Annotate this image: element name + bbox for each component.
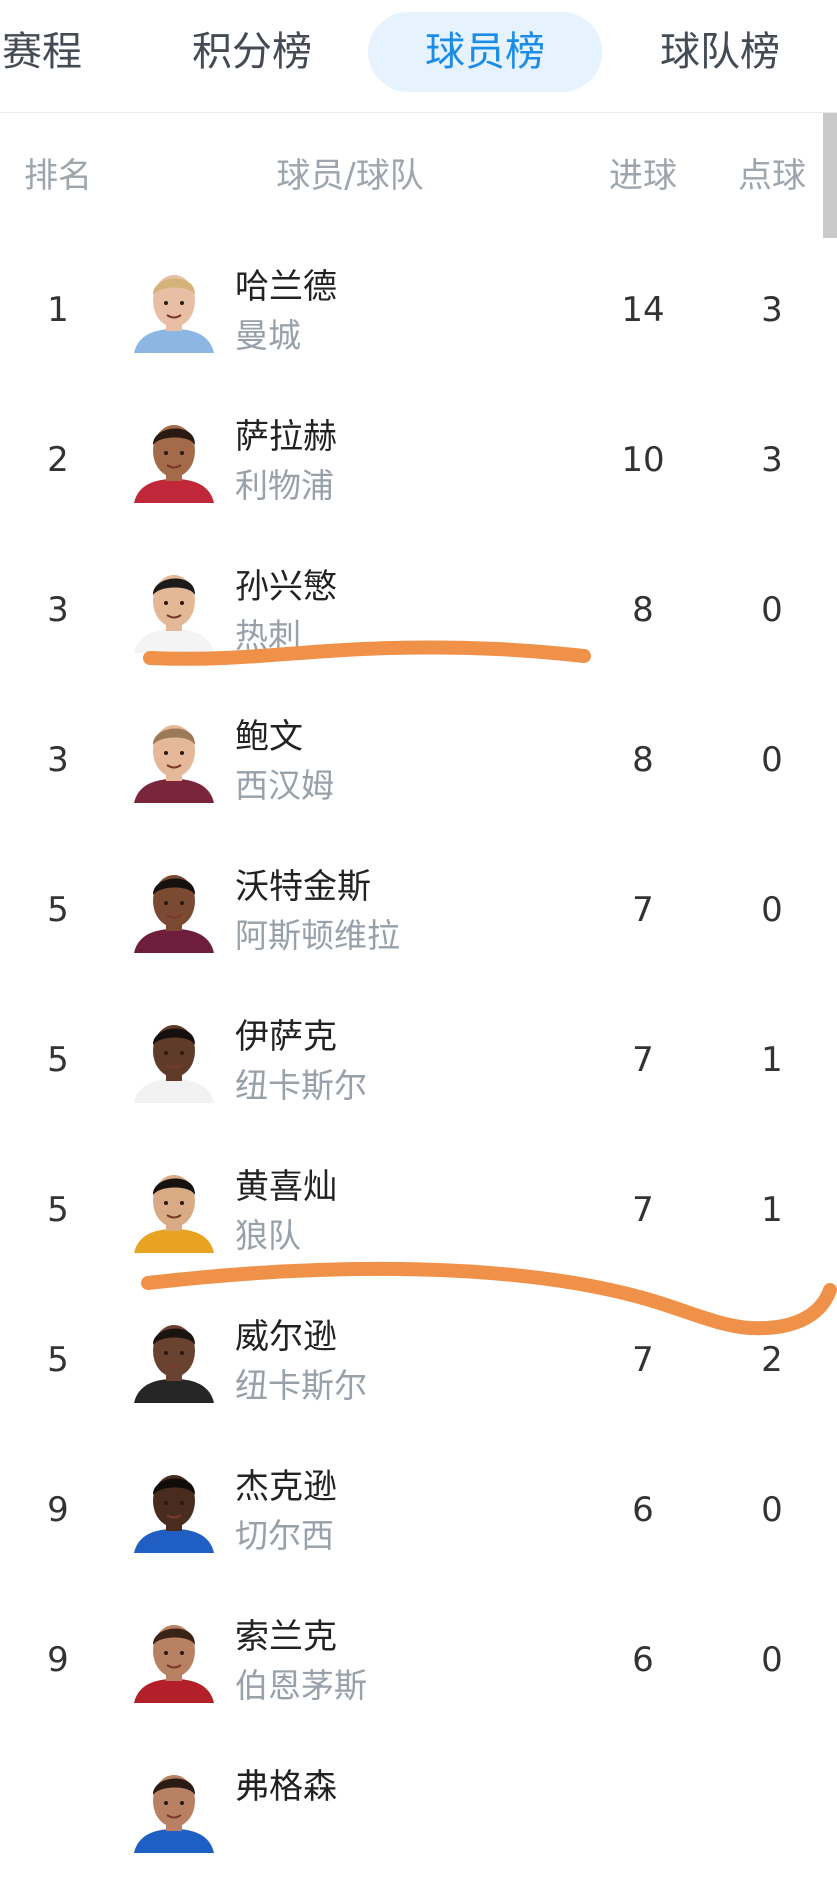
player-name: 萨拉赫 bbox=[235, 417, 337, 457]
penalties-cell: 0 bbox=[761, 890, 783, 930]
player-name: 伊萨克 bbox=[235, 1017, 337, 1057]
player-avatar bbox=[130, 1615, 218, 1703]
table-row[interactable]: 5 威尔逊纽卡斯尔 7 2 bbox=[0, 1285, 823, 1435]
penalties-cell: 3 bbox=[761, 290, 783, 330]
table-row[interactable]: 5 沃特金斯阿斯顿维拉 7 0 bbox=[0, 835, 823, 985]
penalties-cell: 1 bbox=[761, 1040, 783, 1080]
player-avatar bbox=[130, 265, 218, 353]
table-row[interactable]: 3 鲍文西汉姆 8 0 bbox=[0, 685, 823, 835]
table-row[interactable]: 1 哈兰德曼城 14 3 bbox=[0, 235, 823, 385]
player-avatar bbox=[130, 1015, 218, 1103]
player-name: 鲍文 bbox=[235, 717, 303, 757]
goals-cell: 8 bbox=[632, 590, 654, 630]
goals-cell: 7 bbox=[632, 890, 654, 930]
table-row[interactable]: 9 杰克逊切尔西 6 0 bbox=[0, 1435, 823, 1585]
rank-cell: 1 bbox=[47, 290, 69, 330]
goals-cell: 6 bbox=[632, 1640, 654, 1680]
rank-cell: 3 bbox=[47, 590, 69, 630]
rank-cell: 9 bbox=[47, 1490, 69, 1530]
rank-cell: 5 bbox=[47, 1040, 69, 1080]
penalties-cell: 0 bbox=[761, 1490, 783, 1530]
team-name: 热刺 bbox=[235, 616, 301, 655]
tab-bar: 赛程 积分榜 球员榜 球队榜 bbox=[0, 0, 837, 113]
header-penalties: 点球 bbox=[738, 156, 806, 196]
table-row[interactable]: 5 黄喜灿狼队 7 1 bbox=[0, 1135, 823, 1285]
team-name: 纽卡斯尔 bbox=[235, 1366, 367, 1405]
player-name: 威尔逊 bbox=[235, 1317, 337, 1357]
goals-cell: 7 bbox=[632, 1040, 654, 1080]
player-avatar bbox=[130, 1765, 218, 1853]
goals-cell: 10 bbox=[621, 440, 665, 480]
rank-cell: 5 bbox=[47, 1190, 69, 1230]
goals-cell: 14 bbox=[621, 290, 665, 330]
player-name: 孙兴慜 bbox=[235, 567, 337, 607]
player-name: 弗格森 bbox=[235, 1767, 337, 1807]
table-row[interactable]: 5 伊萨克纽卡斯尔 7 1 bbox=[0, 985, 823, 1135]
player-name: 杰克逊 bbox=[235, 1467, 337, 1507]
penalties-cell: 2 bbox=[761, 1340, 783, 1380]
header-rank: 排名 bbox=[24, 156, 92, 196]
team-name: 阿斯顿维拉 bbox=[235, 916, 400, 955]
team-name: 利物浦 bbox=[235, 466, 334, 505]
tab-team-rankings[interactable]: 球队榜 bbox=[625, 12, 815, 92]
scrollbar-track[interactable] bbox=[823, 113, 837, 1796]
player-avatar bbox=[130, 715, 218, 803]
penalties-cell: 0 bbox=[761, 590, 783, 630]
player-avatar bbox=[130, 565, 218, 653]
scrollbar-thumb[interactable] bbox=[823, 113, 837, 238]
player-name: 哈兰德 bbox=[235, 267, 337, 307]
header-player: 球员/球队 bbox=[276, 156, 424, 196]
player-name: 索兰克 bbox=[235, 1617, 337, 1657]
penalties-cell: 3 bbox=[761, 440, 783, 480]
penalties-cell: 0 bbox=[761, 740, 783, 780]
rank-cell: 2 bbox=[47, 440, 69, 480]
player-avatar bbox=[130, 415, 218, 503]
team-name: 伯恩茅斯 bbox=[235, 1666, 367, 1705]
rank-cell: 3 bbox=[47, 740, 69, 780]
team-name: 曼城 bbox=[235, 316, 301, 355]
table-row[interactable]: 2 萨拉赫利物浦 10 3 bbox=[0, 385, 823, 535]
rank-cell: 5 bbox=[47, 1340, 69, 1380]
goals-cell: 6 bbox=[632, 1490, 654, 1530]
table-row[interactable]: 9 索兰克伯恩茅斯 6 0 bbox=[0, 1585, 823, 1735]
rank-cell: 5 bbox=[47, 890, 69, 930]
team-name: 切尔西 bbox=[235, 1516, 334, 1555]
team-name: 狼队 bbox=[235, 1216, 301, 1255]
header-goals: 进球 bbox=[609, 156, 677, 196]
rank-cell: 9 bbox=[47, 1640, 69, 1680]
tab-player-rankings[interactable]: 球员榜 bbox=[368, 12, 602, 92]
table-row[interactable]: 3 孙兴慜热刺 8 0 bbox=[0, 535, 823, 685]
tab-standings[interactable]: 积分榜 bbox=[157, 12, 347, 92]
table-row[interactable]: 弗格森 bbox=[0, 1735, 823, 1885]
team-name: 纽卡斯尔 bbox=[235, 1066, 367, 1105]
player-avatar bbox=[130, 865, 218, 953]
penalties-cell: 1 bbox=[761, 1190, 783, 1230]
tab-schedule[interactable]: 赛程 bbox=[0, 12, 112, 92]
player-avatar bbox=[130, 1465, 218, 1553]
goals-cell: 7 bbox=[632, 1190, 654, 1230]
player-name: 黄喜灿 bbox=[235, 1167, 337, 1207]
player-avatar bbox=[130, 1315, 218, 1403]
penalties-cell: 0 bbox=[761, 1640, 783, 1680]
goals-cell: 7 bbox=[632, 1340, 654, 1380]
goals-cell: 8 bbox=[632, 740, 654, 780]
player-avatar bbox=[130, 1165, 218, 1253]
player-name: 沃特金斯 bbox=[235, 867, 371, 907]
team-name: 西汉姆 bbox=[235, 766, 334, 805]
